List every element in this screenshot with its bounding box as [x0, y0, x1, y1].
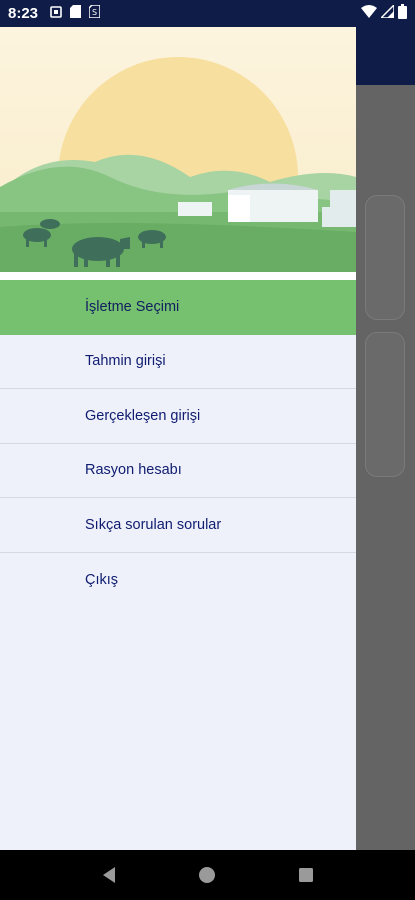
- menu-item-label: Rasyon hesabı: [85, 462, 182, 479]
- notification-icon: [50, 5, 62, 23]
- recents-button[interactable]: [286, 855, 326, 895]
- sd-card-icon: [70, 4, 82, 23]
- menu-item-sss[interactable]: Sıkça sorulan sorular: [0, 498, 356, 553]
- status-right-icons: [361, 2, 407, 24]
- sim-icon: S: [88, 3, 101, 23]
- menu-item-gerceklesen-girisi[interactable]: Gerçekleşen girişi: [0, 389, 356, 444]
- status-time: 8:23: [8, 5, 39, 22]
- navigation-drawer: İşletme Seçimi Tahmin girişi Gerçekleşen…: [0, 27, 356, 850]
- background-card: [365, 332, 405, 477]
- menu-item-label: Sıkça sorulan sorular: [85, 516, 222, 533]
- menu-item-label: Gerçekleşen girişi: [85, 407, 201, 424]
- home-button[interactable]: [187, 855, 227, 895]
- screen: 8:23 S İşletme Seçimi Tahmin girişi Gerç…: [0, 0, 415, 900]
- header-divider: [0, 272, 356, 280]
- system-nav-bar: [0, 850, 415, 900]
- recents-icon: [298, 868, 313, 882]
- status-left-icons: S: [50, 3, 101, 23]
- menu-item-isletme-secimi[interactable]: İşletme Seçimi: [0, 280, 356, 335]
- drawer-header-image: [0, 27, 356, 297]
- menu-item-label: Tahmin girişi: [85, 353, 166, 370]
- signal-icon: [379, 2, 395, 23]
- home-icon: [199, 867, 216, 883]
- menu-item-label: İşletme Seçimi: [85, 298, 180, 315]
- drawer-menu: İşletme Seçimi Tahmin girişi Gerçekleşen…: [0, 280, 356, 607]
- menu-item-tahmin-girisi[interactable]: Tahmin girişi: [0, 335, 356, 389]
- battery-icon: [398, 3, 407, 24]
- back-button[interactable]: [89, 855, 129, 895]
- menu-item-rasyon-hesabi[interactable]: Rasyon hesabı: [0, 444, 356, 498]
- background-card: [365, 195, 405, 320]
- status-bar: 8:23 S: [0, 0, 415, 27]
- menu-item-cikis[interactable]: Çıkış: [0, 553, 356, 608]
- menu-item-label: Çıkış: [85, 571, 119, 588]
- svg-text:S: S: [92, 8, 97, 17]
- wifi-icon: [361, 4, 377, 23]
- back-icon: [103, 867, 116, 883]
